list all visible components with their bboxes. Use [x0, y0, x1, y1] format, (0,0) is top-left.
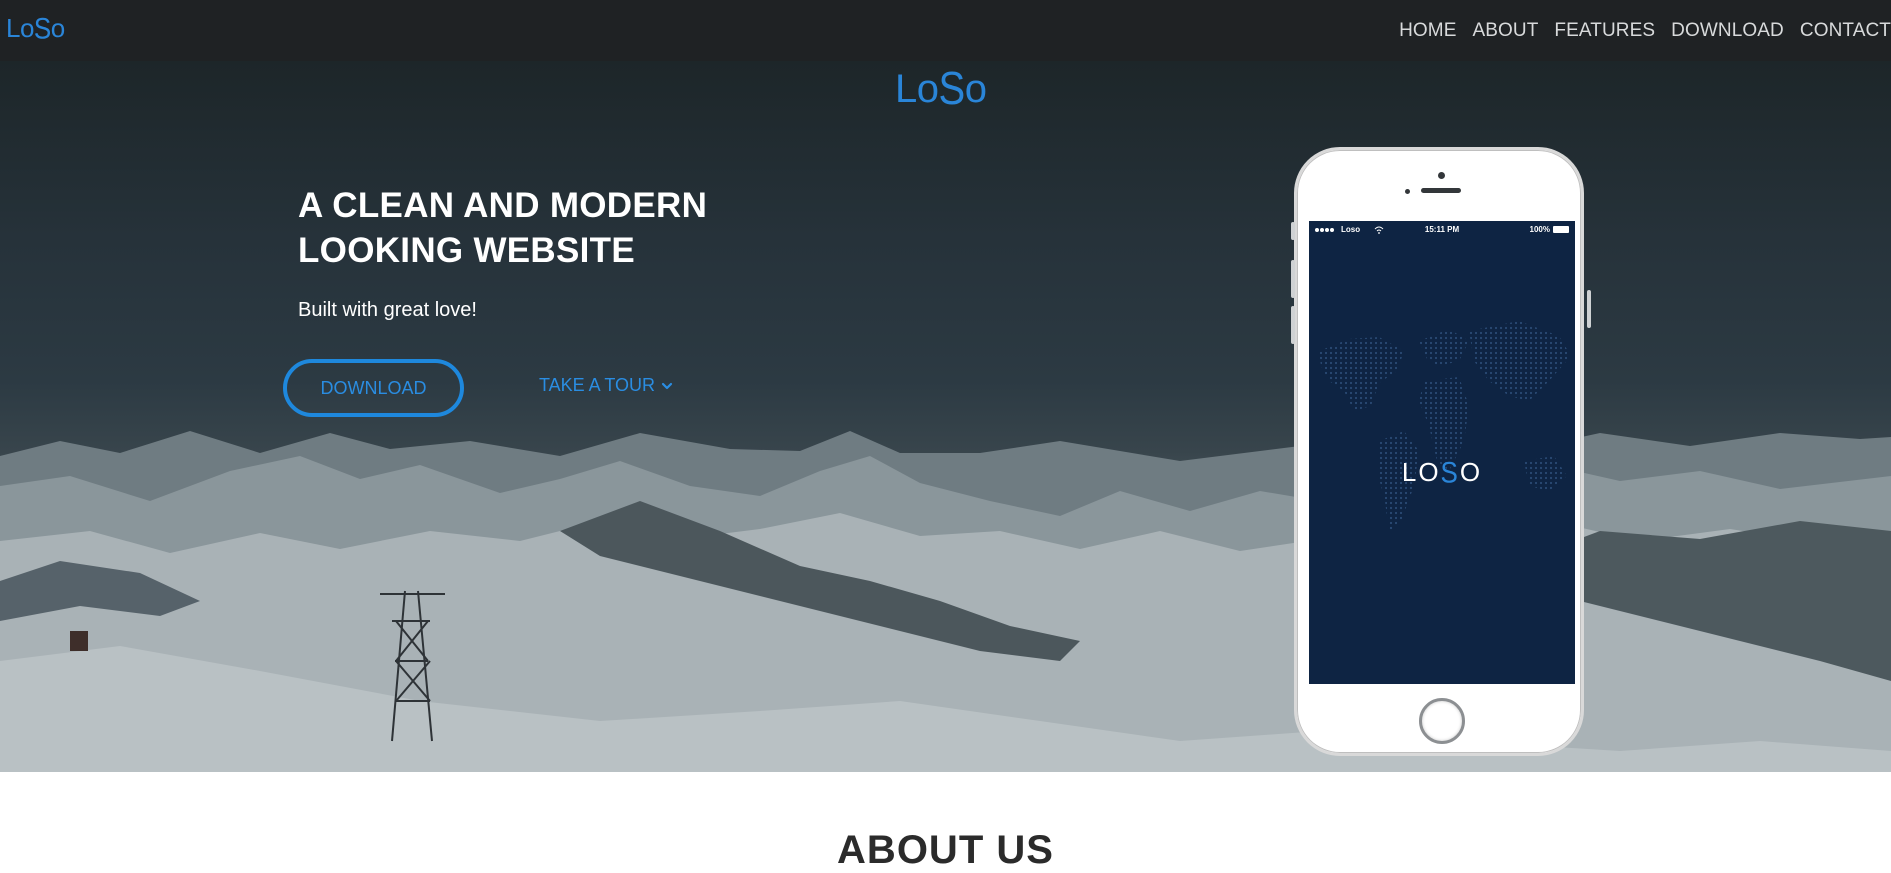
phone-volume-down — [1291, 306, 1295, 344]
navbar: LoSo HOME ABOUT FEATURES DOWNLOAD CONTAC… — [0, 0, 1891, 61]
phone-screen-logo: LOSO — [1309, 454, 1575, 490]
take-a-tour-link[interactable]: TAKE A TOUR — [539, 375, 673, 396]
phone-speaker — [1421, 188, 1461, 193]
mountain-background-image — [0, 421, 1891, 772]
about-heading: ABOUT US — [837, 828, 1054, 872]
hero-title-line2: LOOKING WEBSITE — [298, 231, 635, 270]
chevron-down-icon — [661, 382, 673, 389]
hero-logo-mark: S — [938, 63, 966, 115]
hero-section: LoSo A CLEAN AND MODERN LOOKING WEBSITE … — [0, 61, 1891, 772]
nav-logo[interactable]: LoSo — [6, 10, 65, 46]
nav-link-download[interactable]: DOWNLOAD — [1671, 20, 1784, 42]
phone-volume-up — [1291, 260, 1295, 298]
hero-logo-suffix: o — [964, 67, 987, 111]
hero-title: A CLEAN AND MODERN LOOKING WEBSITE — [298, 183, 818, 273]
phone-power-button — [1587, 290, 1591, 328]
nav-links: HOME ABOUT FEATURES DOWNLOAD CONTACT — [1383, 0, 1891, 61]
screen-logo-prefix: LO — [1401, 457, 1441, 487]
hero-title-line1: A CLEAN AND MODERN — [298, 186, 708, 225]
download-button[interactable]: DOWNLOAD — [283, 359, 464, 417]
nav-logo-suffix: o — [50, 13, 65, 43]
hero-logo-prefix: Lo — [895, 67, 939, 111]
nav-link-home[interactable]: HOME — [1399, 20, 1456, 42]
take-a-tour-label: TAKE A TOUR — [539, 375, 656, 395]
phone-status-bar: Loso 15:11 PM 100% — [1309, 221, 1575, 239]
nav-logo-mark: S — [33, 10, 51, 46]
world-map-graphic — [1319, 321, 1571, 533]
phone-home-button — [1419, 698, 1465, 744]
nav-link-features[interactable]: FEATURES — [1554, 20, 1655, 42]
phone-camera — [1438, 172, 1445, 179]
phone-mockup: Loso 15:11 PM 100% LOSO — [1291, 147, 1591, 756]
phone-mute-switch — [1291, 222, 1295, 240]
battery-icon — [1553, 226, 1569, 233]
screen-logo-mark: S — [1440, 454, 1460, 490]
nav-logo-prefix: Lo — [6, 13, 34, 43]
nav-link-contact[interactable]: CONTACT — [1800, 20, 1891, 42]
nav-link-about[interactable]: ABOUT — [1472, 20, 1538, 42]
status-battery-percent: 100% — [1529, 225, 1550, 234]
hero-logo: LoSo — [895, 64, 987, 115]
phone-screen: Loso 15:11 PM 100% LOSO — [1309, 221, 1575, 684]
hero-subtitle: Built with great love! — [298, 299, 477, 321]
phone-sensor — [1405, 189, 1410, 194]
screen-logo-suffix: O — [1459, 457, 1483, 487]
status-battery: 100% — [1530, 225, 1569, 234]
